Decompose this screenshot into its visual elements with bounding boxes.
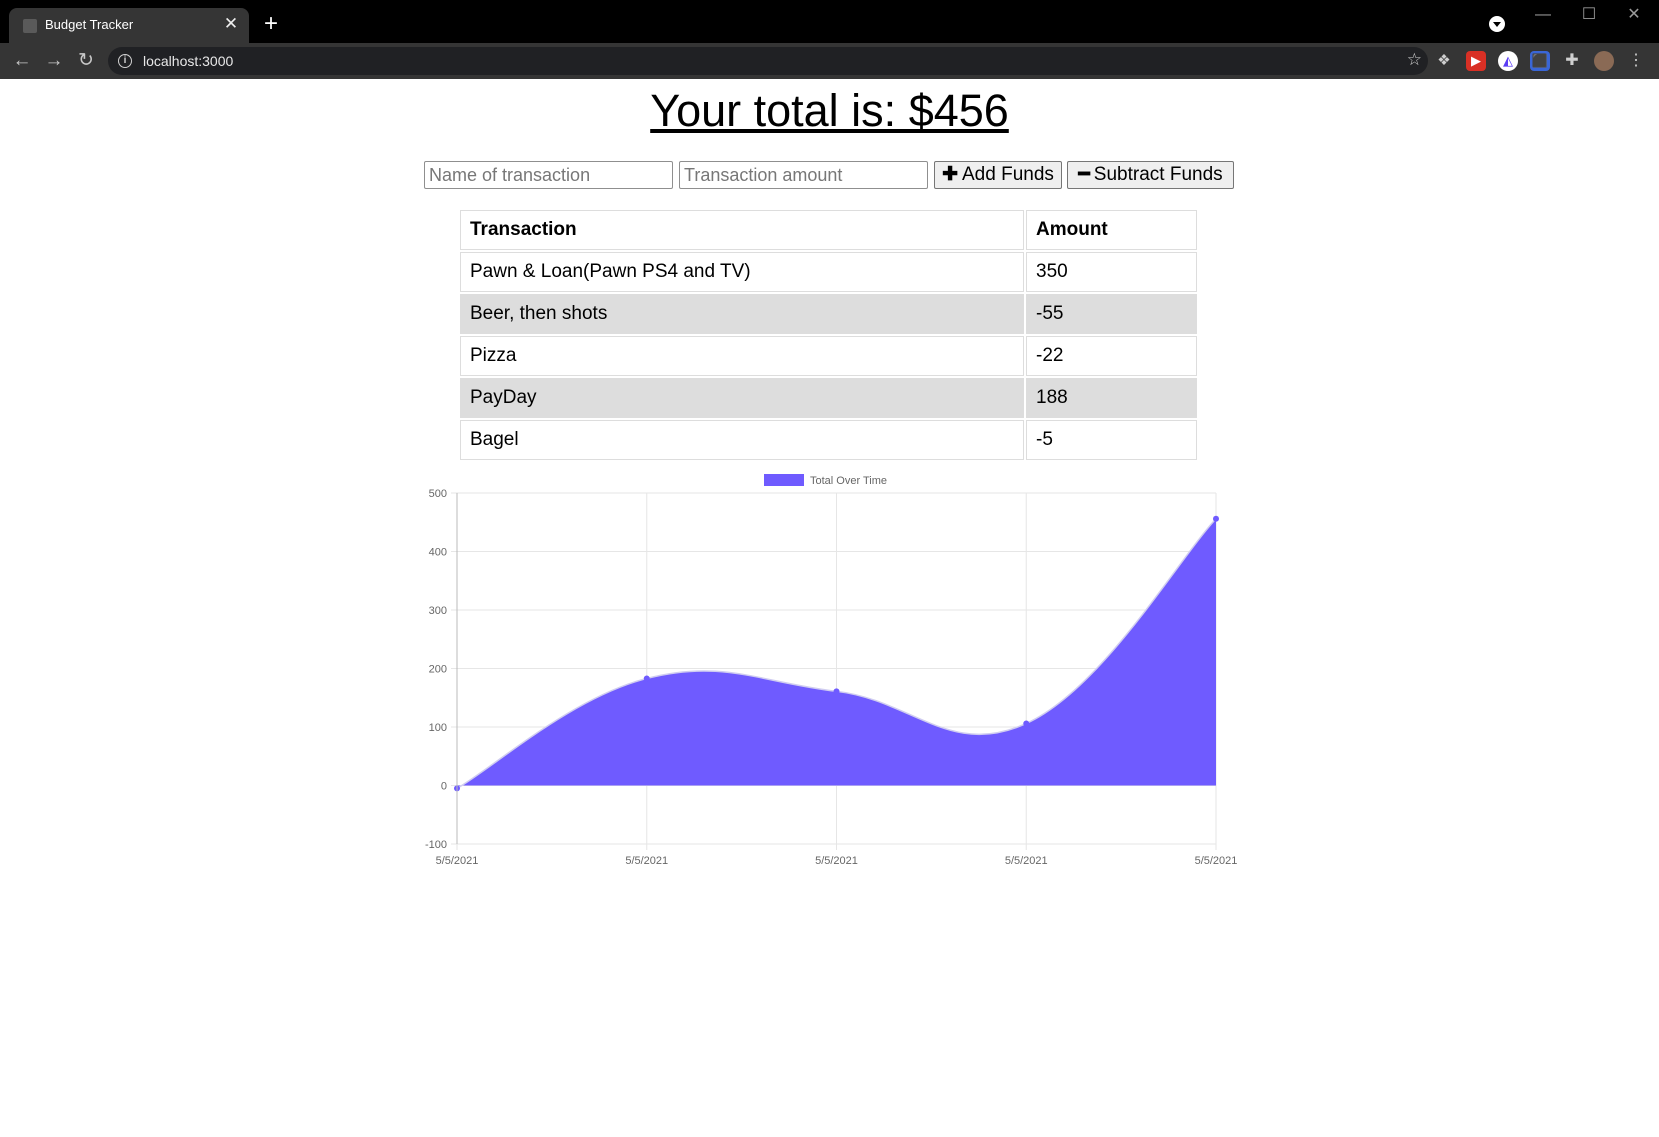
x-tick-label: 5/5/2021 — [815, 855, 858, 867]
transaction-amount-cell: -55 — [1026, 294, 1197, 334]
tab-strip: Budget Tracker ✕ + — ☐ ✕ — [0, 0, 1659, 43]
x-tick-label: 5/5/2021 — [625, 855, 668, 867]
new-tab-button[interactable]: + — [258, 12, 284, 38]
table-row: Bagel -5 — [460, 420, 1197, 460]
menu-icon[interactable]: ⋮ — [1626, 51, 1646, 71]
close-tab-icon[interactable]: ✕ — [221, 14, 241, 34]
transaction-name-cell: PayDay — [460, 378, 1024, 418]
legend-swatch — [764, 474, 804, 486]
table-row: Pawn & Loan(Pawn PS4 and TV) 350 — [460, 252, 1197, 292]
y-tick-label: 200 — [429, 664, 447, 676]
address-bar[interactable]: i localhost:3000 ☆ — [108, 47, 1428, 75]
minus-icon: ━ — [1078, 164, 1090, 185]
data-point — [1023, 720, 1030, 727]
browser-tab[interactable]: Budget Tracker ✕ — [9, 8, 249, 43]
favicon-icon — [23, 19, 37, 33]
table-row: Pizza -22 — [460, 336, 1197, 376]
subtract-funds-label: Subtract Funds — [1093, 164, 1223, 185]
url-text: localhost:3000 — [143, 53, 234, 69]
y-tick-label: 400 — [429, 547, 447, 559]
subtract-funds-button[interactable]: ━ Subtract Funds — [1067, 161, 1234, 189]
transaction-amount-cell: -5 — [1026, 420, 1197, 460]
dropbox-icon[interactable]: ❖ — [1434, 51, 1454, 71]
puzzle-icon[interactable]: ✚ — [1562, 51, 1582, 71]
transaction-name-cell: Beer, then shots — [460, 294, 1024, 334]
transactions-table: Transaction Amount Pawn & Loan(Pawn PS4 … — [458, 208, 1199, 462]
browser-toolbar: ← → ↻ i localhost:3000 ☆ ❖ ▶ ◭ ⬛ ✚ ⋮ — [0, 43, 1659, 79]
plus-icon: ✚ — [942, 164, 958, 185]
transaction-amount-cell: -22 — [1026, 336, 1197, 376]
forward-arrow-icon[interactable]: → — [40, 47, 68, 75]
y-tick-label: 0 — [441, 781, 447, 793]
y-tick-label: 500 — [429, 488, 447, 500]
transaction-amount-cell: 188 — [1026, 378, 1197, 418]
add-funds-label: Add Funds — [962, 164, 1054, 185]
transaction-name-cell: Pizza — [460, 336, 1024, 376]
extension-icon[interactable]: ▶ — [1466, 51, 1486, 71]
info-icon[interactable]: i — [118, 54, 132, 68]
x-tick-label: 5/5/2021 — [1195, 855, 1238, 867]
y-tick-label: -100 — [425, 839, 447, 851]
transaction-name-cell: Pawn & Loan(Pawn PS4 and TV) — [460, 252, 1024, 292]
transaction-amount-input[interactable] — [679, 161, 928, 189]
add-funds-button[interactable]: ✚ Add Funds — [934, 161, 1062, 189]
extension-icon[interactable]: ◭ — [1498, 51, 1518, 71]
tab-title: Budget Tracker — [45, 17, 134, 32]
table-row: PayDay 188 — [460, 378, 1197, 418]
table-row: Beer, then shots -55 — [460, 294, 1197, 334]
minimize-icon[interactable]: — — [1523, 2, 1563, 28]
star-icon[interactable]: ☆ — [1407, 50, 1422, 70]
chart-svg: -100 0 100 200 300 400 500 5/5/2021 5/5/2021 5/5/… — [425, 474, 1238, 867]
extension-icon[interactable]: ⬛ — [1530, 51, 1550, 71]
data-point — [1213, 515, 1219, 522]
y-tick-label: 100 — [429, 722, 447, 734]
page-title: Your total is: $456 — [650, 85, 1009, 136]
back-arrow-icon[interactable]: ← — [8, 47, 36, 75]
maximize-icon[interactable]: ☐ — [1569, 2, 1609, 28]
close-window-icon[interactable]: ✕ — [1614, 2, 1654, 28]
tab-search-icon[interactable] — [1489, 16, 1505, 32]
total-over-time-chart: -100 0 100 200 300 400 500 5/5/2021 5/5/2021 5/5/… — [400, 465, 1250, 885]
profile-icon[interactable] — [1594, 51, 1614, 71]
legend-label: Total Over Time — [810, 475, 887, 487]
transaction-name-input[interactable] — [424, 161, 673, 189]
column-header-transaction: Transaction — [460, 210, 1024, 250]
x-tick-label: 5/5/2021 — [1005, 855, 1048, 867]
transaction-amount-cell: 350 — [1026, 252, 1197, 292]
data-point — [643, 675, 650, 682]
x-tick-label: 5/5/2021 — [436, 855, 479, 867]
data-point — [833, 688, 840, 695]
reload-icon[interactable]: ↻ — [72, 47, 100, 75]
column-header-amount: Amount — [1026, 210, 1197, 250]
y-tick-label: 300 — [429, 605, 447, 617]
transaction-name-cell: Bagel — [460, 420, 1024, 460]
